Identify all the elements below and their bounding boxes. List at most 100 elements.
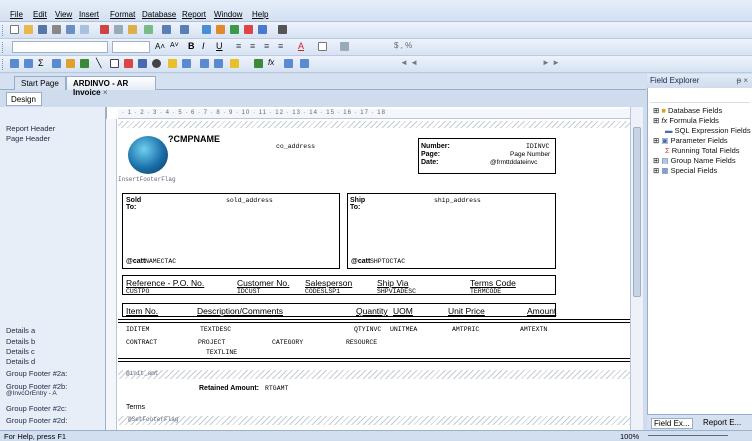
grow-font-icon[interactable]: A˄ xyxy=(155,42,165,51)
olap-icon[interactable] xyxy=(66,59,75,68)
font-name-select[interactable] xyxy=(12,41,108,53)
navigate-next-icon[interactable]: ► ► xyxy=(542,58,560,67)
tab-start-page[interactable]: Start Page xyxy=(14,76,66,90)
new-icon[interactable] xyxy=(10,25,19,34)
navigate-icon[interactable]: ◄ ◄ xyxy=(400,58,418,67)
filter-icon[interactable] xyxy=(230,59,239,68)
currency-icon[interactable]: $ , % xyxy=(394,41,412,50)
company-name-field[interactable]: ?CMPNAME xyxy=(168,134,220,144)
paste-icon[interactable] xyxy=(128,25,137,34)
sold-address-field[interactable]: sold_address xyxy=(226,197,273,204)
close-tab-icon[interactable]: × xyxy=(103,88,108,97)
tree-formula-fields[interactable]: ⊞ fx Formula Fields xyxy=(653,116,719,125)
section-details-a[interactable]: Details a xyxy=(6,326,35,335)
project-field[interactable]: PROJECT xyxy=(198,339,225,346)
tab-ardinvo[interactable]: ARDINVO - AR Invoice × xyxy=(66,76,156,97)
tab-report-explorer[interactable]: Report E... xyxy=(703,418,741,427)
vertical-scrollbar[interactable] xyxy=(630,107,643,430)
tree-special-fields[interactable]: ⊞ ▦ Special Fields xyxy=(653,166,717,175)
subreport-icon[interactable] xyxy=(80,59,89,68)
redo-icon[interactable] xyxy=(180,25,189,34)
menu-view[interactable]: View xyxy=(55,10,72,19)
menu-format[interactable]: Format xyxy=(110,10,135,19)
font-size-select[interactable] xyxy=(112,41,150,53)
open-icon[interactable] xyxy=(24,25,33,34)
template-icon[interactable] xyxy=(284,59,293,68)
toolbar-grip[interactable] xyxy=(2,42,4,53)
menu-file[interactable]: File xyxy=(10,10,23,19)
underline-icon[interactable]: U xyxy=(216,41,223,51)
gf2d-band[interactable] xyxy=(118,416,630,425)
select-expert-icon[interactable] xyxy=(230,25,239,34)
save-icon[interactable] xyxy=(38,25,47,34)
section-gf2d[interactable]: Group Footer #2d: xyxy=(6,416,67,425)
cut-icon[interactable] xyxy=(100,25,109,34)
qtyinvc-field[interactable]: QTYINVC xyxy=(354,326,381,333)
tree-sql-expression[interactable]: ▬ SQL Expression Fields xyxy=(665,126,751,135)
sort-icon[interactable] xyxy=(200,59,209,68)
panel-pin-close-icon[interactable]: ᵽ × xyxy=(737,76,748,85)
invoice-date-field[interactable]: @frmttddateinvc xyxy=(490,159,537,166)
textdesc-field[interactable]: TEXTDESC xyxy=(200,326,231,333)
idinvc-field[interactable]: IDINVC xyxy=(526,143,549,150)
section-gf2a[interactable]: Group Footer #2a: xyxy=(6,369,67,378)
termcode-field[interactable]: TERMCODE xyxy=(470,288,501,295)
resource-field[interactable]: RESOURCE xyxy=(346,339,377,346)
contract-field[interactable]: CONTRACT xyxy=(126,339,157,346)
formula-icon[interactable]: fx xyxy=(268,58,274,67)
toolbar-grip[interactable] xyxy=(2,25,4,36)
rtgamt-field[interactable]: RTGAMT xyxy=(265,385,288,392)
zoom-slider[interactable] xyxy=(648,435,728,436)
category-field[interactable]: CATEGORY xyxy=(272,339,303,346)
copy-icon[interactable] xyxy=(114,25,123,34)
toolbar-grip[interactable] xyxy=(2,59,4,70)
tab-design[interactable]: Design xyxy=(6,92,42,106)
align-left-icon[interactable]: ≡ xyxy=(236,41,241,51)
section-details-b[interactable]: Details b xyxy=(6,337,35,346)
italic-icon[interactable]: I xyxy=(202,41,205,51)
insert-group-icon[interactable] xyxy=(202,25,211,34)
namectac-field[interactable]: NAMECTAC xyxy=(145,258,176,265)
insert-footer-flag[interactable]: InsertFooterFlag xyxy=(118,176,176,183)
section-details-c[interactable]: Details c xyxy=(6,347,35,356)
page-number-field[interactable]: Page Number xyxy=(510,151,550,158)
group-sort-icon[interactable] xyxy=(214,59,223,68)
cross-tab-icon[interactable] xyxy=(52,59,61,68)
line-icon[interactable]: ╲ xyxy=(96,58,101,69)
idcust-field[interactable]: IDCUST xyxy=(237,288,260,295)
section-details-d[interactable]: Details d xyxy=(6,357,35,366)
align-right-icon[interactable]: ≡ xyxy=(264,41,269,51)
section-report-header[interactable]: Report Header xyxy=(6,124,55,133)
menu-help[interactable]: Help xyxy=(252,10,268,19)
undo-icon[interactable] xyxy=(162,25,171,34)
terms-field[interactable]: Terms xyxy=(126,404,145,411)
insert-text-icon[interactable] xyxy=(10,59,19,68)
report-explorer-icon[interactable] xyxy=(182,59,191,68)
globe-logo[interactable] xyxy=(128,136,168,174)
sum-icon[interactable]: Σ xyxy=(38,58,44,68)
format-icon[interactable] xyxy=(340,42,349,51)
print-icon[interactable] xyxy=(52,25,61,34)
insert-summary-icon[interactable] xyxy=(216,25,225,34)
init-amt-field[interactable]: @init_amt xyxy=(126,370,158,377)
menu-insert[interactable]: Insert xyxy=(79,10,99,19)
textline-field[interactable]: TEXTLINE xyxy=(206,349,237,356)
scrollbar-thumb[interactable] xyxy=(633,127,641,297)
bold-icon[interactable]: B xyxy=(188,41,195,51)
section-page-header[interactable]: Page Header xyxy=(6,134,50,143)
section-gf2c[interactable]: Group Footer #2c: xyxy=(6,404,67,413)
co-address-field[interactable]: co_address xyxy=(276,143,315,150)
format-painter-icon[interactable] xyxy=(144,25,153,34)
formula-workshop-icon[interactable] xyxy=(258,25,267,34)
map-icon[interactable] xyxy=(138,59,147,68)
tab-field-explorer[interactable]: Field Ex... xyxy=(651,418,693,429)
preview-icon[interactable] xyxy=(66,25,75,34)
picture-icon[interactable] xyxy=(152,59,161,68)
codeslsp1-field[interactable]: CODESLSP1 xyxy=(305,288,340,295)
insert-group-icon[interactable] xyxy=(24,59,33,68)
refresh-icon[interactable] xyxy=(300,59,309,68)
chart-icon[interactable] xyxy=(124,59,133,68)
field-explorer-icon[interactable] xyxy=(168,59,177,68)
font-color-icon[interactable]: A xyxy=(298,41,304,51)
unitmeas-field[interactable]: UNITMEA xyxy=(390,326,417,333)
